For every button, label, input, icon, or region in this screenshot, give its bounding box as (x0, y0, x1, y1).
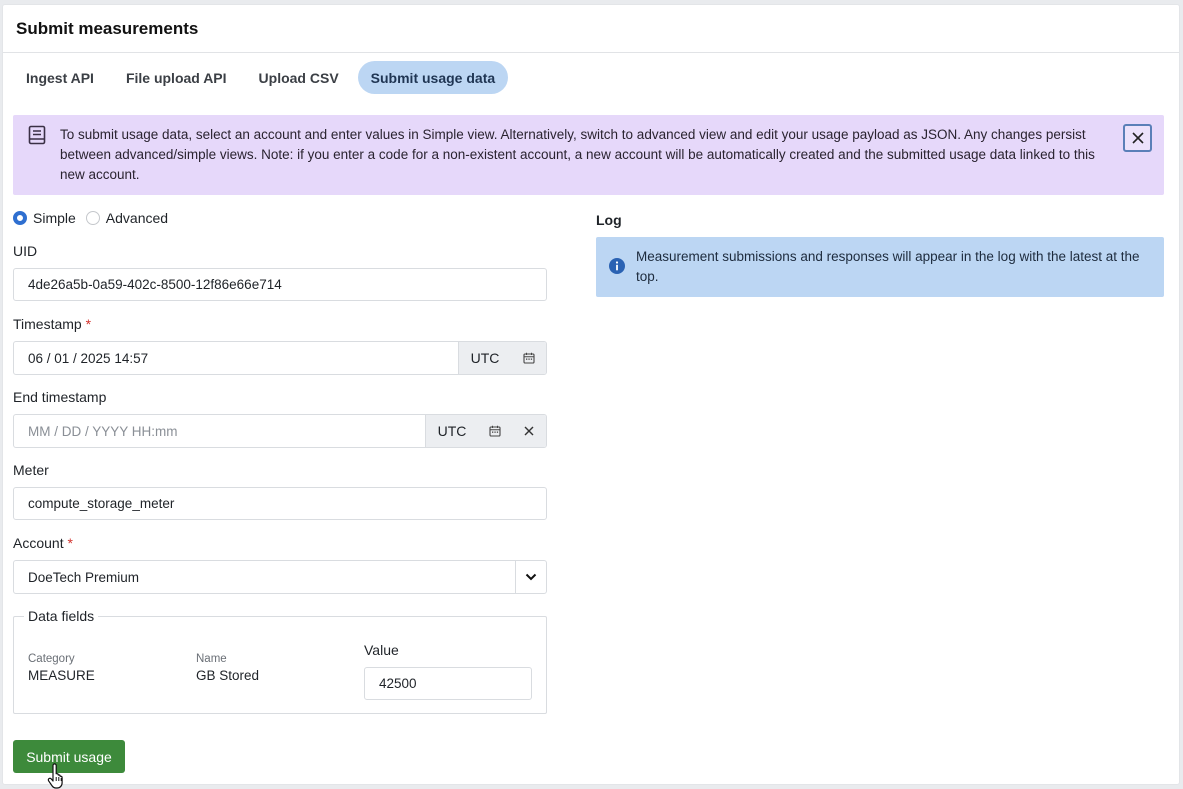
meter-label: Meter (13, 462, 49, 478)
end-timestamp-calendar-button[interactable] (478, 415, 512, 447)
calendar-icon (522, 352, 535, 364)
log-info-message: Measurement submissions and responses wi… (596, 237, 1164, 297)
data-fields-fieldset: Data fields Category MEASURE Name GB Sto… (13, 608, 547, 714)
timestamp-input[interactable]: 06 / 01 / 2025 14:57 (14, 342, 458, 374)
timestamp-calendar-button[interactable] (511, 342, 546, 374)
value-input[interactable]: 42500 (364, 667, 532, 700)
end-timestamp-utc-addon: UTC (425, 415, 478, 447)
account-label-text: Account (13, 535, 64, 551)
submit-usage-button[interactable]: Submit usage (13, 740, 125, 773)
tab-bar: Ingest API File upload API Upload CSV Su… (13, 61, 509, 94)
close-icon (1131, 132, 1144, 144)
timestamp-utc-addon: UTC (458, 342, 511, 374)
advanced-radio[interactable] (85, 211, 100, 225)
category-value: MEASURE (28, 668, 95, 683)
timestamp-label-text: Timestamp (13, 316, 82, 332)
category-header: Category (28, 653, 75, 665)
end-timestamp-input[interactable]: MM / DD / YYYY HH:mm (14, 415, 425, 447)
data-fields-legend: Data fields (24, 608, 99, 624)
page-title: Submit measurements (16, 18, 199, 38)
notice-close-button[interactable] (1123, 124, 1152, 152)
account-label: Account * (13, 535, 547, 551)
calendar-icon (489, 425, 501, 437)
account-select-value: DoeTech Premium (28, 569, 140, 585)
tab-ingest-api[interactable]: Ingest API (13, 61, 107, 94)
tab-upload-csv[interactable]: Upload CSV (246, 61, 352, 94)
simple-radio-label[interactable]: Simple (33, 210, 76, 226)
end-timestamp-field[interactable]: MM / DD / YYYY HH:mm UTC (13, 414, 547, 448)
panel-header: Submit measurements (3, 5, 1179, 53)
tab-submit-usage-data[interactable]: Submit usage data (357, 61, 509, 94)
hand-pointer-icon (47, 763, 63, 789)
name-column: Name GB Stored (196, 653, 259, 683)
timestamp-field[interactable]: 06 / 01 / 2025 14:57 UTC (13, 341, 547, 375)
simple-radio[interactable] (13, 211, 27, 225)
name-value: GB Stored (196, 668, 260, 683)
account-select[interactable]: DoeTech Premium (13, 560, 547, 594)
notice-text: To submit usage data, select an account … (60, 127, 1095, 182)
end-timestamp-clear-button[interactable] (512, 415, 546, 447)
tab-file-upload-api[interactable]: File upload API (113, 61, 240, 94)
usage-notice: To submit usage data, select an account … (13, 115, 1164, 195)
timestamp-label: Timestamp * (13, 316, 547, 332)
book-icon (28, 125, 46, 145)
info-icon (609, 258, 625, 274)
uid-field[interactable]: 4de26a5b-0a59-402c-8500-12f86e66e714 (13, 268, 547, 301)
required-asterisk: * (85, 316, 92, 332)
meter-field[interactable]: compute_storage_meter (13, 487, 547, 520)
close-icon (524, 426, 534, 436)
value-label: Value (364, 642, 399, 658)
end-timestamp-label: End timestamp (13, 389, 107, 405)
category-column: Category MEASURE (28, 653, 95, 683)
advanced-radio-label[interactable]: Advanced (106, 210, 168, 226)
name-header: Name (196, 653, 227, 665)
view-mode-toggle: Simple Advanced (13, 209, 547, 227)
log-info-text: Measurement submissions and responses wi… (636, 249, 1140, 284)
required-asterisk: * (67, 535, 73, 551)
chevron-down-icon[interactable] (515, 561, 546, 593)
uid-label: UID (13, 243, 38, 259)
log-title: Log (596, 212, 622, 228)
usage-form: Simple Advanced UID 4de26a5b-0a59-402c-8… (13, 209, 547, 714)
